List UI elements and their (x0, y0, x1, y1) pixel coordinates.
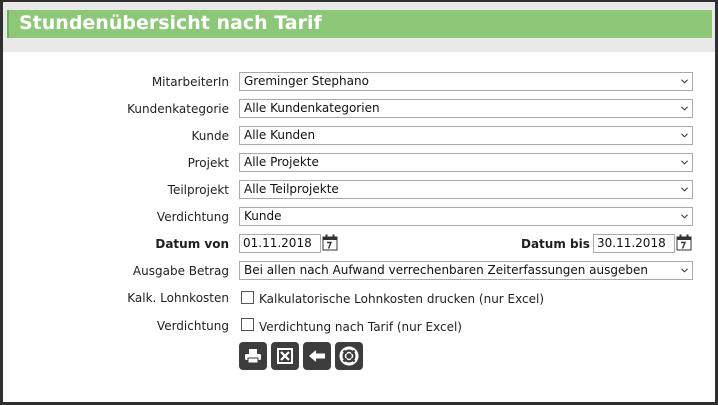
verdichtung-select[interactable]: Kunde (239, 207, 693, 226)
projekt-value: Alle Projekte (244, 155, 319, 169)
kundenkategorie-label: Kundenkategorie (127, 102, 229, 116)
chevron-down-icon (681, 79, 688, 84)
ausgabe-betrag-select[interactable]: Bei allen nach Aufwand verrechenbaren Ze… (239, 261, 693, 280)
datum-von-input[interactable]: 01.11.2018 (239, 234, 321, 253)
verdichtung-value: Kunde (244, 209, 282, 223)
print-button[interactable] (239, 342, 267, 370)
verdichtung-label: Verdichtung (156, 210, 229, 224)
verdichtung-tarif-checkbox-label[interactable]: Verdichtung nach Tarif (nur Excel) (259, 320, 462, 334)
datum-bis-label: Datum bis (521, 237, 590, 251)
title-bar: Stundenübersicht nach Tarif (7, 10, 712, 38)
back-button[interactable] (303, 342, 331, 370)
teilprojekt-value: Alle Teilprojekte (244, 182, 339, 196)
page-title: Stundenübersicht nach Tarif (19, 12, 322, 34)
verdichtung-tarif-label: Verdichtung (156, 319, 229, 333)
datum-von-label: Datum von (155, 237, 229, 251)
lohnkosten-checkbox-label[interactable]: Kalkulatorische Lohnkosten drucken (nur … (259, 292, 544, 306)
help-lifebuoy-icon (339, 346, 359, 366)
chevron-down-icon (681, 187, 688, 192)
kundenkategorie-select[interactable]: Alle Kundenkategorien (239, 99, 693, 118)
help-button[interactable] (335, 342, 363, 370)
lohnkosten-label: Kalk. Lohnkosten (127, 291, 229, 305)
datum-bis-value: 30.11.2018 (597, 236, 666, 250)
kunde-label: Kunde (191, 129, 229, 143)
ausgabe-betrag-value: Bei allen nach Aufwand verrechenbaren Ze… (244, 263, 648, 277)
chevron-down-icon (681, 133, 688, 138)
chevron-down-icon (681, 160, 688, 165)
mitarbeiter-value: Greminger Stephano (244, 74, 369, 88)
teilprojekt-select[interactable]: Alle Teilprojekte (239, 180, 693, 199)
lohnkosten-checkbox[interactable] (241, 291, 254, 304)
kunde-value: Alle Kunden (244, 128, 316, 142)
teilprojekt-label: Teilprojekt (167, 183, 229, 197)
calendar-icon[interactable] (322, 234, 338, 251)
mitarbeiter-select[interactable]: Greminger Stephano (239, 72, 693, 91)
verdichtung-tarif-checkbox[interactable] (241, 318, 254, 331)
projekt-label: Projekt (187, 156, 229, 170)
back-arrow-icon (309, 350, 325, 362)
datum-von-value: 01.11.2018 (243, 236, 312, 250)
chevron-down-icon (681, 214, 688, 219)
excel-icon (277, 348, 293, 364)
kunde-select[interactable]: Alle Kunden (239, 126, 693, 145)
kundenkategorie-value: Alle Kundenkategorien (244, 101, 380, 115)
mitarbeiter-label: MitarbeiterIn (151, 75, 229, 89)
excel-export-button[interactable] (271, 342, 299, 370)
chevron-down-icon (681, 268, 688, 273)
projekt-select[interactable]: Alle Projekte (239, 153, 693, 172)
chevron-down-icon (681, 106, 688, 111)
ausgabe-betrag-label: Ausgabe Betrag (132, 264, 229, 278)
print-icon (245, 349, 261, 364)
datum-bis-input[interactable]: 30.11.2018 (593, 234, 675, 253)
calendar-icon[interactable] (676, 234, 692, 251)
